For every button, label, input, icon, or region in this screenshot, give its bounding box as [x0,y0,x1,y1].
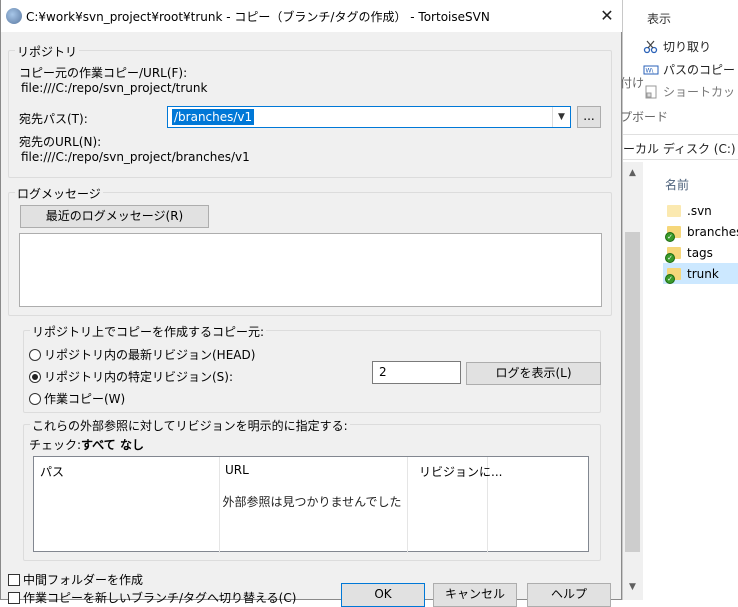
paste-shortcut-button[interactable]: ショートカットの貼 [643,83,738,100]
versioned-folder-icon: ✓ [665,267,681,284]
browse-button[interactable]: ... [577,106,601,128]
radio-working-copy[interactable]: 作業コピー(W) [29,390,125,407]
radio-label: リポジトリ内の特定リビジョン(S): [44,370,234,384]
column-header-name[interactable]: 名前 [665,176,689,193]
file-item-branches[interactable]: ✓ branches [663,221,738,242]
radio-specific-revision[interactable]: リポジトリ内の特定リビジョン(S): [29,368,233,385]
check-all-link[interactable]: すべて [81,436,116,453]
radio-label: 作業コピー(W) [44,392,126,406]
copy-path-button[interactable]: W\ パスのコピー [643,61,735,78]
tab-view[interactable]: 表示 [647,10,671,27]
tortoisesvn-icon [6,8,22,24]
checkbox-indicator [8,591,20,604]
file-name: trunk [687,266,719,281]
column-header-revision[interactable]: リビジョンに... [419,463,502,480]
close-button[interactable]: ✕ [592,0,622,32]
explorer-ribbon: 表示 付け プボード 切り取り W\ パスのコピー ショートカットの貼 [620,0,738,130]
versioned-folder-icon: ✓ [665,225,681,242]
ribbon-fragment: 付け [620,76,645,90]
to-path-combobox[interactable]: /branches/v1 ▼ [167,106,571,128]
checkbox-indicator [8,573,20,586]
file-item-trunk[interactable]: ✓ trunk [663,263,738,284]
cancel-button[interactable]: キャンセル [433,583,517,607]
check-label: チェック: [29,438,82,452]
from-label: コピー元の作業コピー/URL(F): [19,66,188,80]
recent-messages-button[interactable]: 最近のログメッセージ(R) [20,205,209,228]
help-button[interactable]: ヘルプ [527,583,611,607]
radio-head-revision[interactable]: リポジトリ内の最新リビジョン(HEAD) [29,346,255,363]
cut-button[interactable]: 切り取り [643,38,711,55]
empty-list-message: 外部参照は見つかりませんでした [222,495,402,509]
file-item-svn[interactable]: .svn [663,200,738,221]
externals-list[interactable]: パス URL リビジョンに... 外部参照は見つかりませんでした [33,456,589,553]
scroll-up-icon[interactable]: ▲ [629,168,636,178]
file-name: branches [687,224,738,239]
scroll-down-icon[interactable]: ▼ [629,582,636,592]
column-header-path[interactable]: パス [40,463,64,480]
show-log-button[interactable]: ログを表示(L) [466,362,601,385]
to-url-label: 宛先のURL(N): [19,135,102,149]
file-name: tags [687,245,713,260]
shortcut-icon [643,85,659,99]
externals-group-label: これらの外部参照に対してリビジョンを明示的に指定する: [30,417,350,434]
log-message-textarea[interactable] [19,233,602,307]
scrollbar-thumb[interactable] [625,232,640,552]
switch-wc-checkbox[interactable]: 作業コピーを新しいブランチ/タグへ切り替える(C) [8,589,296,606]
chevron-down-icon[interactable]: ▼ [552,107,570,127]
scissors-icon [643,40,659,54]
folder-icon [667,204,681,217]
file-name: .svn [687,203,712,218]
radio-indicator [29,348,41,361]
from-value: file:///C:/repo/svn_project/trunk [21,81,208,95]
paste-shortcut-label: ショートカットの貼 [663,85,738,99]
ribbon-fragment: プボード [620,110,669,124]
address-bar[interactable]: ーカル ディスク (C:) > w [623,134,738,160]
nav-pane-scrollbar[interactable]: ▲ ▼ [623,162,643,600]
file-list: .svn ✓ branches ✓ tags ✓ trunk [663,200,738,284]
radio-indicator [29,392,41,405]
title-bar[interactable]: C:¥work¥svn_project¥root¥trunk - コピー（ブラン… [1,0,622,32]
copy-branch-tag-dialog: C:¥work¥svn_project¥root¥trunk - コピー（ブラン… [0,0,622,607]
revision-input[interactable]: 2 [372,361,461,384]
to-url-value: file:///C:/repo/svn_project/branches/v1 [21,150,250,164]
checkbox-label: 中間フォルダーを作成 [23,573,144,587]
copy-path-label: パスのコピー [663,63,736,77]
cut-label: 切り取り [663,40,712,54]
radio-indicator [29,370,41,383]
ok-button[interactable]: OK [341,583,425,607]
log-message-group-label: ログメッセージ [15,185,103,202]
window-title: C:¥work¥svn_project¥root¥trunk - コピー（ブラン… [26,9,490,24]
check-none-link[interactable]: なし [120,436,144,453]
create-folders-checkbox[interactable]: 中間フォルダーを作成 [8,571,143,588]
column-header-url[interactable]: URL [225,463,249,477]
copy-path-icon: W\ [643,63,659,77]
to-path-label: 宛先パス(T): [19,112,88,126]
to-path-value: /branches/v1 [172,109,255,125]
repository-group-label: リポジトリ [15,43,80,60]
copy-source-group-label: リポジトリ上でコピーを作成するコピー元: [30,323,267,340]
versioned-folder-icon: ✓ [665,246,681,263]
checkbox-label: 作業コピーを新しいブランチ/タグへ切り替える(C) [23,591,297,605]
radio-label: リポジトリ内の最新リビジョン(HEAD) [44,348,256,362]
explorer-window: 表示 付け プボード 切り取り W\ パスのコピー ショートカットの貼 ーカル … [620,0,738,600]
svg-text:W\: W\ [646,67,655,74]
file-item-tags[interactable]: ✓ tags [663,242,738,263]
